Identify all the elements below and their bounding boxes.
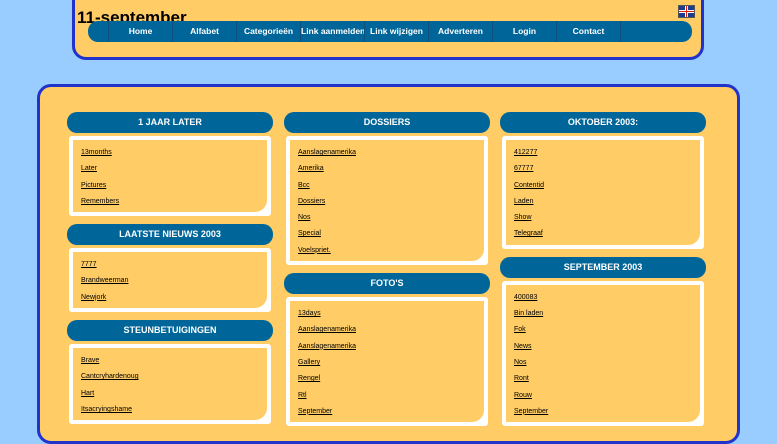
link-item[interactable]: Remembers xyxy=(81,194,259,210)
link-item[interactable]: Cantcryhardenoug xyxy=(81,369,259,385)
section-heading: SEPTEMBER 2003 xyxy=(500,256,706,278)
section-heading: 1 JAAR LATER xyxy=(67,112,273,133)
nav-home[interactable]: Home xyxy=(108,21,172,42)
link-item[interactable]: Voelspriet. xyxy=(298,243,476,259)
link-item[interactable]: Aanslagenamerika xyxy=(298,339,476,355)
section-september-2003: SEPTEMBER 2003 400083 Bin laden Fok News… xyxy=(500,256,706,427)
link-item[interactable]: Aanslagenamerika xyxy=(298,322,476,338)
link-item[interactable]: Contentid xyxy=(514,178,692,194)
link-item[interactable]: Telegraaf xyxy=(514,226,692,242)
link-item[interactable]: 13months xyxy=(81,145,259,161)
link-item[interactable]: 412277 xyxy=(514,145,692,161)
link-item[interactable]: Newjork xyxy=(81,290,259,306)
nav-contact[interactable]: Contact xyxy=(556,21,621,42)
link-item[interactable]: Hart xyxy=(81,386,259,402)
link-item[interactable]: Rengel xyxy=(298,371,476,387)
column-right: OKTOBER 2003: 412277 67777 Contentid Lad… xyxy=(500,112,706,434)
section-fotos: FOTO'S 13days Aanslagenamerika Aanslagen… xyxy=(284,273,490,427)
section-dossiers: DOSSIERS Aanslagenamerika Amerika Bcc Do… xyxy=(284,112,490,266)
nav-login[interactable]: Login xyxy=(492,21,556,42)
link-list: 400083 Bin laden Fok News Nos Ront Rouw … xyxy=(506,284,700,423)
section-1-jaar-later: 1 JAAR LATER 13months Later Pictures Rem… xyxy=(67,112,273,217)
section-heading: FOTO'S xyxy=(284,273,490,295)
link-list: 412277 67777 Contentid Laden Show Telegr… xyxy=(506,140,700,245)
link-list: Brave Cantcryhardenoug Hart Itsacryingsh… xyxy=(73,348,267,421)
link-list: Aanslagenamerika Amerika Bcc Dossiers No… xyxy=(290,140,484,262)
link-item[interactable]: Fok xyxy=(514,322,692,338)
link-item[interactable]: 67777 xyxy=(514,161,692,177)
link-item[interactable]: Itsacryingshame xyxy=(81,402,259,418)
link-item[interactable]: Nos xyxy=(514,355,692,371)
main-content: 1 JAAR LATER 13months Later Pictures Rem… xyxy=(37,84,740,444)
link-item[interactable]: Brandweerman xyxy=(81,273,259,289)
link-item[interactable]: Later xyxy=(81,161,259,177)
link-item[interactable]: Amerika xyxy=(298,161,476,177)
link-item[interactable]: Aanslagenamerika xyxy=(298,145,476,161)
link-item[interactable]: News xyxy=(514,339,692,355)
link-item[interactable]: September xyxy=(514,404,692,420)
link-item[interactable]: Pictures xyxy=(81,178,259,194)
link-item[interactable]: Bin laden xyxy=(514,306,692,322)
link-item[interactable]: 400083 xyxy=(514,290,692,306)
section-heading: LAATSTE NIEUWS 2003 xyxy=(67,224,273,246)
link-item[interactable]: Special xyxy=(298,226,476,242)
link-item[interactable]: Bcc xyxy=(298,178,476,194)
header: 11-september Home Alfabet Categorieën Li… xyxy=(72,0,704,60)
link-item[interactable]: Rtl xyxy=(298,388,476,404)
section-oktober-2003: OKTOBER 2003: 412277 67777 Contentid Lad… xyxy=(500,112,706,249)
nav-categorieen[interactable]: Categorieën xyxy=(236,21,300,42)
nav-adverteren[interactable]: Adverteren xyxy=(428,21,492,42)
link-item[interactable]: Laden xyxy=(514,194,692,210)
section-heading: STEUNBETUIGINGEN xyxy=(67,320,273,342)
main-nav: Home Alfabet Categorieën Link aanmelden … xyxy=(88,21,692,42)
nav-alfabet[interactable]: Alfabet xyxy=(172,21,236,42)
link-item[interactable]: 7777 xyxy=(81,257,259,273)
link-item[interactable]: Brave xyxy=(81,353,259,369)
section-heading: DOSSIERS xyxy=(284,112,490,133)
link-item[interactable]: Gallery xyxy=(298,355,476,371)
nav-link-aanmelden[interactable]: Link aanmelden xyxy=(300,21,365,42)
link-item[interactable]: September xyxy=(298,404,476,420)
link-item[interactable]: Dossiers xyxy=(298,194,476,210)
link-item[interactable]: Nos xyxy=(298,210,476,226)
link-item[interactable]: Ront xyxy=(514,371,692,387)
link-list: 13months Later Pictures Remembers xyxy=(73,140,267,213)
link-item[interactable]: Show xyxy=(514,210,692,226)
uk-flag-icon[interactable] xyxy=(678,5,695,18)
link-item[interactable]: 13days xyxy=(298,306,476,322)
link-list: 7777 Brandweerman Newjork xyxy=(73,252,267,309)
column-left: 1 JAAR LATER 13months Later Pictures Rem… xyxy=(67,112,273,432)
column-middle: DOSSIERS Aanslagenamerika Amerika Bcc Do… xyxy=(284,112,490,434)
section-steunbetuigingen: STEUNBETUIGINGEN Brave Cantcryhardenoug … xyxy=(67,320,273,425)
section-laatste-nieuws: LAATSTE NIEUWS 2003 7777 Brandweerman Ne… xyxy=(67,224,273,313)
link-item[interactable]: Rouw xyxy=(514,388,692,404)
nav-link-wijzigen[interactable]: Link wijzigen xyxy=(364,21,428,42)
section-heading: OKTOBER 2003: xyxy=(500,112,706,133)
link-list: 13days Aanslagenamerika Aanslagenamerika… xyxy=(290,301,484,423)
